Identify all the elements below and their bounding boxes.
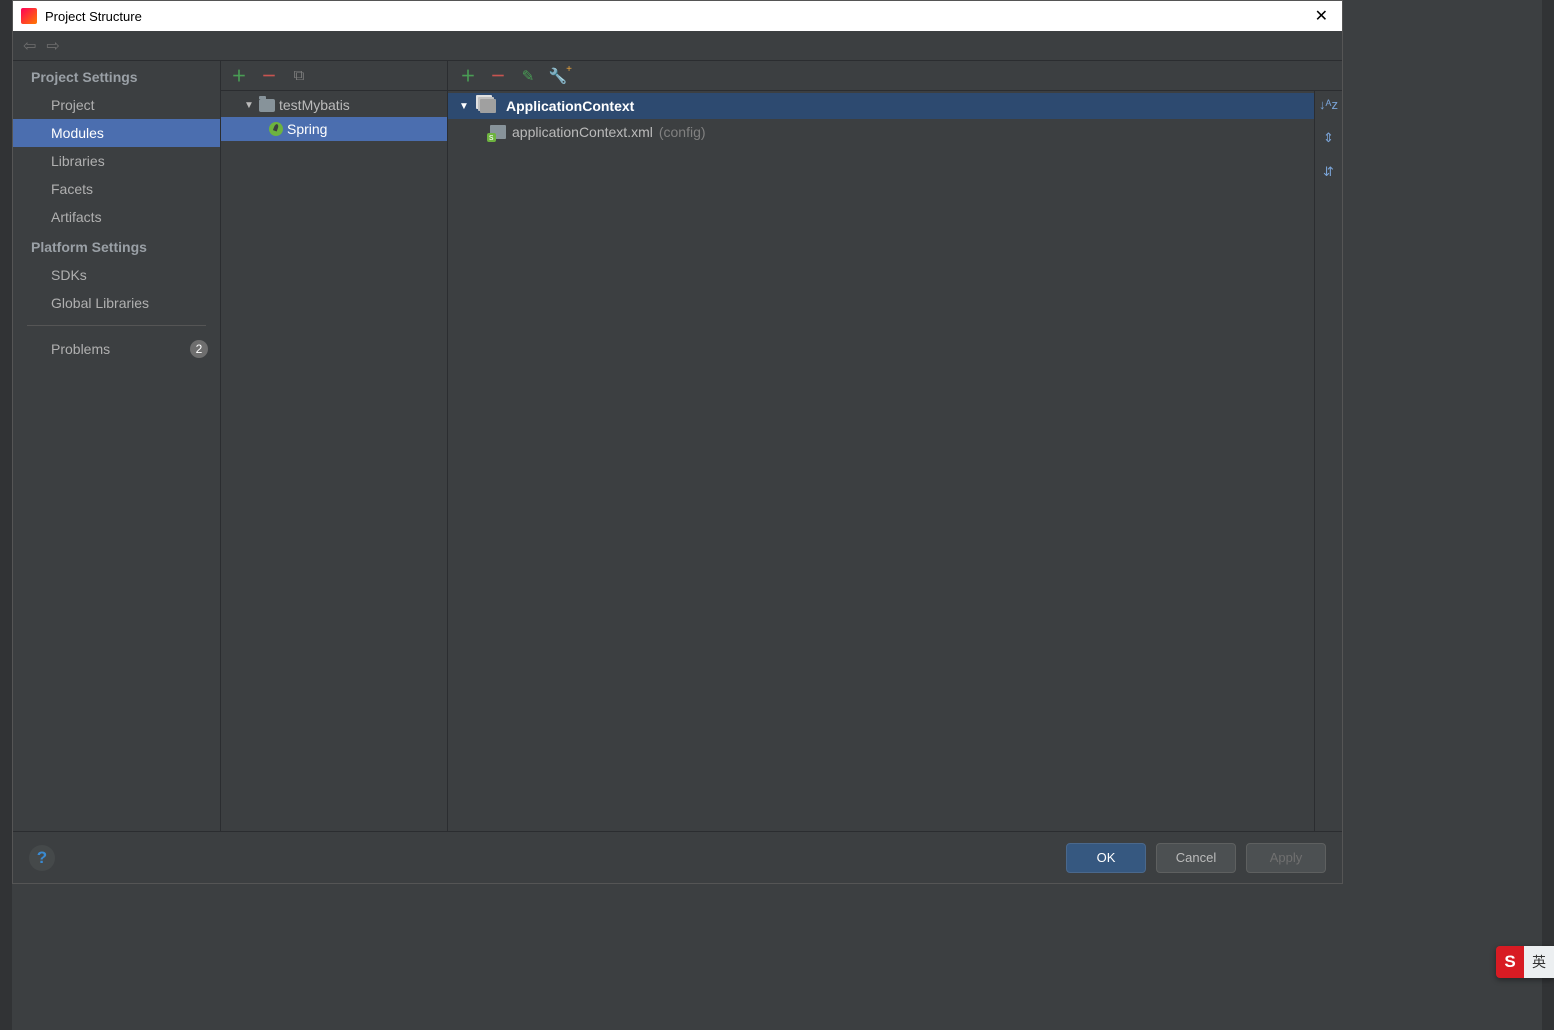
- sidebar-item-label: Project: [51, 97, 95, 113]
- module-folder-icon: [259, 99, 275, 112]
- apply-button[interactable]: Apply: [1246, 843, 1326, 873]
- tree-facet-spring[interactable]: Spring: [221, 117, 447, 141]
- right-tool-strip: ↓ᴬᴢ ⇕ ⇵: [1314, 91, 1342, 831]
- facet-name: Spring: [287, 121, 327, 137]
- fileset-header-row[interactable]: ▼ ApplicationContext: [448, 93, 1342, 119]
- dialog-body: Project Settings Project Modules Librari…: [13, 61, 1342, 831]
- remove-module-icon[interactable]: －: [261, 68, 277, 84]
- button-label: Apply: [1270, 850, 1303, 865]
- expand-icon[interactable]: ▼: [458, 101, 470, 112]
- expand-icon[interactable]: ▼: [243, 100, 255, 111]
- sidebar-item-label: Libraries: [51, 153, 105, 169]
- fileset-toolbar: ＋ － ✎ 🔧: [448, 61, 1342, 91]
- sidebar-item-artifacts[interactable]: Artifacts: [13, 203, 220, 231]
- sort-az-icon[interactable]: ↓ᴬᴢ: [1319, 97, 1338, 112]
- collapse-all-icon[interactable]: ⇵: [1323, 164, 1334, 180]
- sidebar-item-label: Global Libraries: [51, 295, 149, 311]
- ime-logo-icon: S: [1496, 946, 1524, 978]
- ok-button[interactable]: OK: [1066, 843, 1146, 873]
- copy-module-icon[interactable]: ⧉: [291, 68, 307, 84]
- sidebar-divider: [27, 325, 206, 326]
- intellij-icon: [21, 8, 37, 24]
- sidebar-item-project[interactable]: Project: [13, 91, 220, 119]
- edit-fileset-icon[interactable]: ✎: [520, 68, 536, 84]
- button-label: Cancel: [1176, 850, 1216, 865]
- project-structure-dialog: Project Structure ✕ ⇦ ⇨ Project Settings…: [12, 0, 1343, 884]
- nav-history-row: ⇦ ⇨: [13, 31, 1342, 61]
- sidebar-item-sdks[interactable]: SDKs: [13, 261, 220, 289]
- cancel-button[interactable]: Cancel: [1156, 843, 1236, 873]
- sidebar-item-libraries[interactable]: Libraries: [13, 147, 220, 175]
- ime-indicator[interactable]: S 英: [1496, 946, 1554, 978]
- module-toolbar: ＋ － ⧉: [221, 61, 447, 91]
- module-tree: ▼ testMybatis Spring: [221, 91, 447, 831]
- add-module-icon[interactable]: ＋: [231, 68, 247, 84]
- fileset-body: ▼ ApplicationContext applicationContext.…: [448, 91, 1342, 831]
- sidebar-item-label: Modules: [51, 125, 104, 141]
- fileset-name: ApplicationContext: [506, 98, 634, 114]
- sidebar-item-label: Facets: [51, 181, 93, 197]
- platform-settings-header: Platform Settings: [13, 231, 220, 261]
- dialog-button-bar: ? OK Cancel Apply: [13, 831, 1342, 883]
- window-title: Project Structure: [45, 9, 142, 24]
- file-suffix: (config): [659, 124, 706, 140]
- project-settings-header: Project Settings: [13, 61, 220, 91]
- sidebar-item-global-libraries[interactable]: Global Libraries: [13, 289, 220, 317]
- sidebar-item-label: Artifacts: [51, 209, 102, 225]
- add-fileset-icon[interactable]: ＋: [460, 68, 476, 84]
- sidebar-item-label: SDKs: [51, 267, 87, 283]
- spring-icon: [269, 122, 283, 136]
- fileset-icon: [480, 99, 496, 113]
- close-icon[interactable]: ✕: [1309, 6, 1334, 26]
- settings-sidebar: Project Settings Project Modules Librari…: [13, 61, 221, 831]
- settings-icon[interactable]: 🔧: [550, 68, 566, 84]
- sidebar-item-problems[interactable]: Problems 2: [13, 334, 220, 364]
- sidebar-item-modules[interactable]: Modules: [13, 119, 220, 147]
- facet-content-panel: ＋ － ✎ 🔧 ▼ ApplicationContext application…: [448, 61, 1342, 831]
- titlebar[interactable]: Project Structure ✕: [13, 1, 1342, 31]
- file-name: applicationContext.xml: [512, 124, 653, 140]
- nav-back-icon[interactable]: ⇦: [23, 36, 36, 56]
- button-label: OK: [1097, 850, 1116, 865]
- expand-all-icon[interactable]: ⇕: [1323, 130, 1334, 146]
- sidebar-item-facets[interactable]: Facets: [13, 175, 220, 203]
- sidebar-item-label: Problems: [51, 341, 110, 357]
- nav-forward-icon[interactable]: ⇨: [46, 36, 59, 56]
- problems-count-badge: 2: [190, 340, 208, 358]
- help-button[interactable]: ?: [29, 845, 55, 871]
- buttons-right-group: OK Cancel Apply: [1066, 843, 1326, 873]
- ime-mode-label: 英: [1524, 946, 1554, 978]
- titlebar-left: Project Structure: [21, 8, 142, 24]
- module-tree-panel: ＋ － ⧉ ▼ testMybatis Spring: [221, 61, 448, 831]
- background-left-strip: [0, 0, 12, 1030]
- tree-module-row[interactable]: ▼ testMybatis: [221, 93, 447, 117]
- fileset-file-row[interactable]: applicationContext.xml (config): [448, 119, 1342, 145]
- module-name: testMybatis: [279, 97, 350, 113]
- remove-fileset-icon[interactable]: －: [490, 68, 506, 84]
- background-right-strip: [1542, 0, 1554, 1030]
- fileset-list: ▼ ApplicationContext applicationContext.…: [448, 91, 1342, 147]
- spring-xml-icon: [490, 125, 506, 139]
